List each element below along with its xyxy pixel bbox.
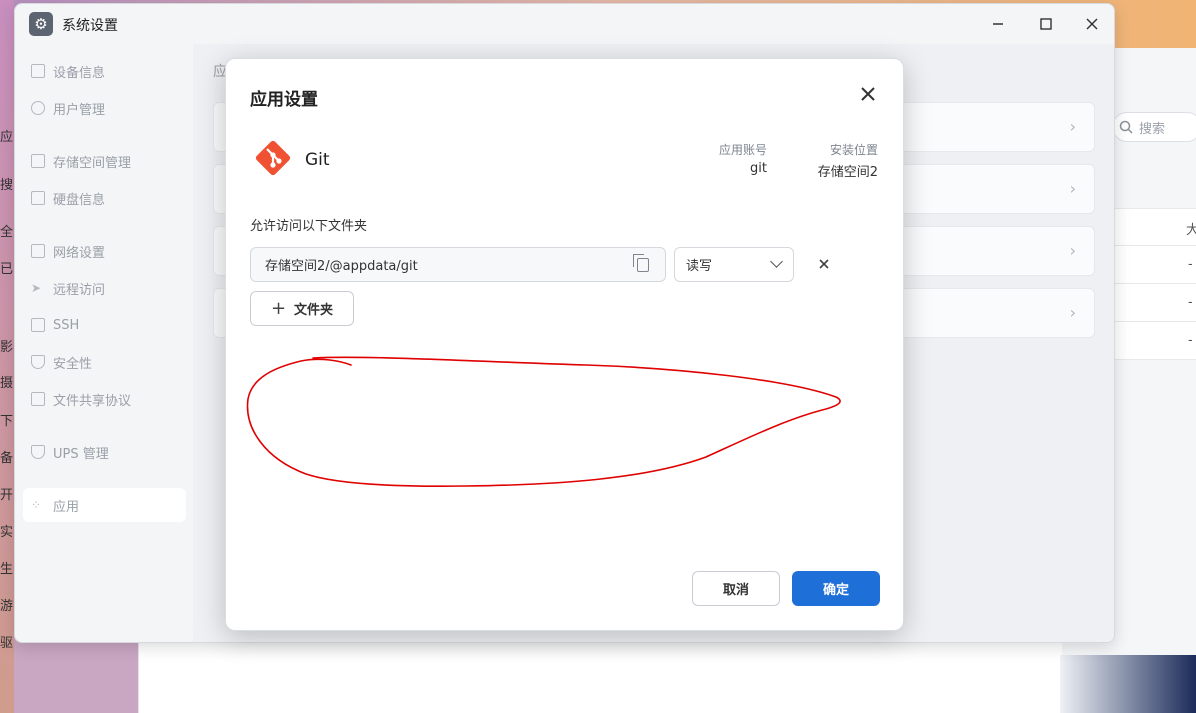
background-row: - [1110,322,1196,360]
background-window-bottom [138,640,1062,713]
search-icon [1119,120,1133,134]
sidebar-item-label: 用户管理 [53,102,106,118]
settings-sidebar: 设备信息 用户管理 存储空间管理 硬盘信息 网络设置 ➤ 远程访问 SSH 安全性… [15,44,193,642]
apps-icon: ⁘ [31,498,42,512]
terminal-icon [31,318,45,332]
background-row: - [1110,284,1196,322]
background-left-text: 下 [0,414,14,429]
sidebar-item-label: 远程访问 [53,282,106,298]
sidebar-item-label: UPS 管理 [53,446,109,462]
background-left-text: 驱 [0,636,14,651]
background-row: - [1110,246,1196,284]
sidebar-item-file-sharing[interactable]: 文件共享协议 [23,382,186,416]
sidebar-item-apps[interactable]: ⁘ 应用 [23,488,186,522]
search-placeholder: 搜索 [1139,121,1166,137]
title-bar[interactable]: ⚙ 系统设置 [15,4,1114,44]
sidebar-item-label: 网络设置 [53,245,106,261]
chevron-right-icon: › [1069,179,1076,198]
storage-icon [31,154,45,168]
sidebar-item-disk[interactable]: 硬盘信息 [23,181,186,215]
background-column-header: 大 [1110,208,1196,246]
sidebar-item-label: 设备信息 [53,65,106,81]
app-settings-dialog: 应用设置 Git 应用账号 git 安装位置 存储空间2 允许访问以下文件夹 存… [225,58,904,631]
chevron-right-icon: › [1069,241,1076,260]
chevron-right-icon: › [1069,117,1076,136]
close-icon [1086,18,1098,30]
shield-icon [31,355,45,369]
sidebar-item-label: 应用 [53,499,80,515]
minimize-button[interactable] [987,13,1009,35]
sidebar-item-security[interactable]: 安全性 [23,345,186,379]
background-left-text: 摄 [0,376,14,391]
user-icon [31,101,45,115]
window-close-button[interactable] [1081,13,1103,35]
settings-gear-icon: ⚙ [29,12,53,36]
window-title: 系统设置 [62,18,118,34]
sidebar-item-label: 存储空间管理 [53,155,132,171]
background-left-text: 影 [0,340,14,355]
sidebar-item-device-info[interactable]: 设备信息 [23,54,186,88]
maximize-icon [1040,18,1052,30]
background-left-text: 已 [0,262,14,277]
cancel-button[interactable]: 取消 [692,571,780,606]
background-left-text: 生 [0,562,14,577]
background-left-text: 游 [0,599,14,614]
red-annotation-scribble [246,356,841,487]
sidebar-item-ups[interactable]: UPS 管理 [23,435,186,469]
sidebar-item-storage[interactable]: 存储空间管理 [23,144,186,178]
file-icon [31,392,45,406]
sidebar-item-label: 安全性 [53,356,93,372]
sidebar-item-label: 硬盘信息 [53,192,106,208]
network-icon [31,244,45,258]
background-left-text: 搜 [0,178,14,193]
sidebar-item-users[interactable]: 用户管理 [23,91,186,125]
device-icon [31,64,45,78]
column-header-text: 大 [1186,223,1196,238]
sidebar-item-remote[interactable]: ➤ 远程访问 [23,271,186,305]
ups-icon [31,445,45,459]
minimize-icon [993,23,1003,25]
chevron-right-icon: › [1069,303,1076,322]
sidebar-item-network[interactable]: 网络设置 [23,234,186,268]
sidebar-item-label: SSH [53,317,80,333]
taskbar-corner [1060,655,1196,713]
background-left-text: 开 [0,488,14,503]
disk-icon [31,191,45,205]
background-left-text: 应 [0,130,14,145]
background-search-field[interactable]: 搜索 [1112,112,1196,142]
sidebar-item-label: 文件共享协议 [53,393,132,409]
sidebar-item-ssh[interactable]: SSH [23,308,186,342]
send-icon: ➤ [31,281,42,295]
maximize-button[interactable] [1035,13,1057,35]
confirm-button[interactable]: 确定 [792,571,880,606]
background-left-text: 备 [0,451,14,466]
background-left-text: 实 [0,525,14,540]
background-left-text: 全 [0,225,14,240]
